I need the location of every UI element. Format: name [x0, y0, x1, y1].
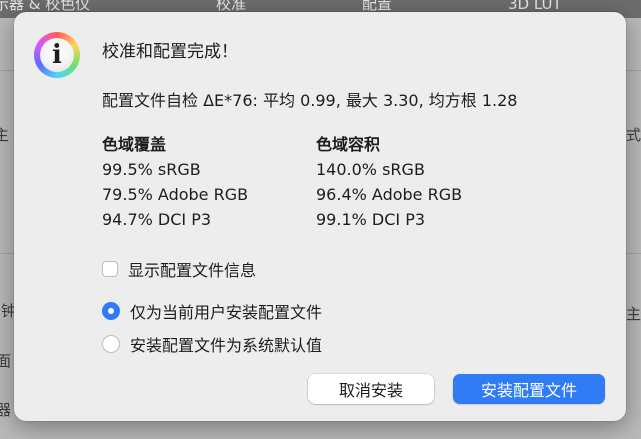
gamut-coverage-srgb: 99.5% sRGB [102, 160, 201, 179]
gamut-coverage-dci-p3: 94.7% DCI P3 [102, 210, 212, 229]
bg-fragment: 式 [626, 126, 641, 144]
install-system-default-option[interactable]: 安装配置文件为系统默认值 [102, 332, 322, 356]
install-current-user-option[interactable]: 仅为当前用户安装配置文件 [102, 299, 322, 323]
bg-fragment: 主 [0, 126, 10, 144]
dialog-title: 校准和配置完成！ [102, 42, 238, 62]
calibration-complete-dialog: i 校准和配置完成！ 配置文件自检 ΔE*76: 平均 0.99, 最大 3.3… [14, 12, 626, 421]
install-current-user-label: 仅为当前用户安装配置文件 [130, 303, 323, 322]
show-profile-info-option[interactable]: 显示配置文件信息 [102, 257, 256, 281]
gamut-coverage-adobe-rgb: 79.5% Adobe RGB [102, 185, 249, 204]
bg-toolbar-item: 配置 [362, 0, 393, 13]
cancel-install-button[interactable]: 取消安装 [308, 374, 434, 404]
gamut-volume-heading: 色域容积 [316, 135, 381, 154]
bg-toolbar-item: 校准 [216, 0, 247, 13]
gamut-volume-column: 色域容积 140.0% sRGB 96.4% Adobe RGB 99.1% D… [316, 132, 462, 232]
bg-toolbar-item: 3D LUT [508, 0, 562, 13]
gamut-volume-srgb: 140.0% sRGB [316, 160, 425, 179]
show-profile-info-label: 显示配置文件信息 [128, 261, 257, 280]
gamut-coverage-column: 色域覆盖 99.5% sRGB 79.5% Adobe RGB 94.7% DC… [102, 132, 248, 232]
bg-toolbar-item: 示器 & 校色仪 [0, 0, 91, 13]
bg-fragment: 器 [0, 401, 12, 419]
install-profile-button[interactable]: 安装配置文件 [453, 374, 605, 404]
bg-fragment: 面 [0, 352, 12, 370]
profile-self-check-summary: 配置文件自检 ΔE*76: 平均 0.99, 最大 3.30, 均方根 1.28 [102, 91, 518, 110]
install-system-default-label: 安装配置文件为系统默认值 [130, 336, 323, 355]
bg-fragment: 主題 [626, 305, 641, 323]
gamut-volume-adobe-rgb: 96.4% Adobe RGB [316, 185, 463, 204]
info-icon: i [34, 32, 80, 78]
gamut-coverage-heading: 色域覆盖 [102, 135, 167, 154]
install-system-default-radio[interactable] [102, 335, 120, 353]
install-current-user-radio[interactable] [102, 302, 120, 320]
show-profile-info-checkbox[interactable] [102, 261, 118, 277]
gamut-volume-dci-p3: 99.1% DCI P3 [316, 210, 426, 229]
